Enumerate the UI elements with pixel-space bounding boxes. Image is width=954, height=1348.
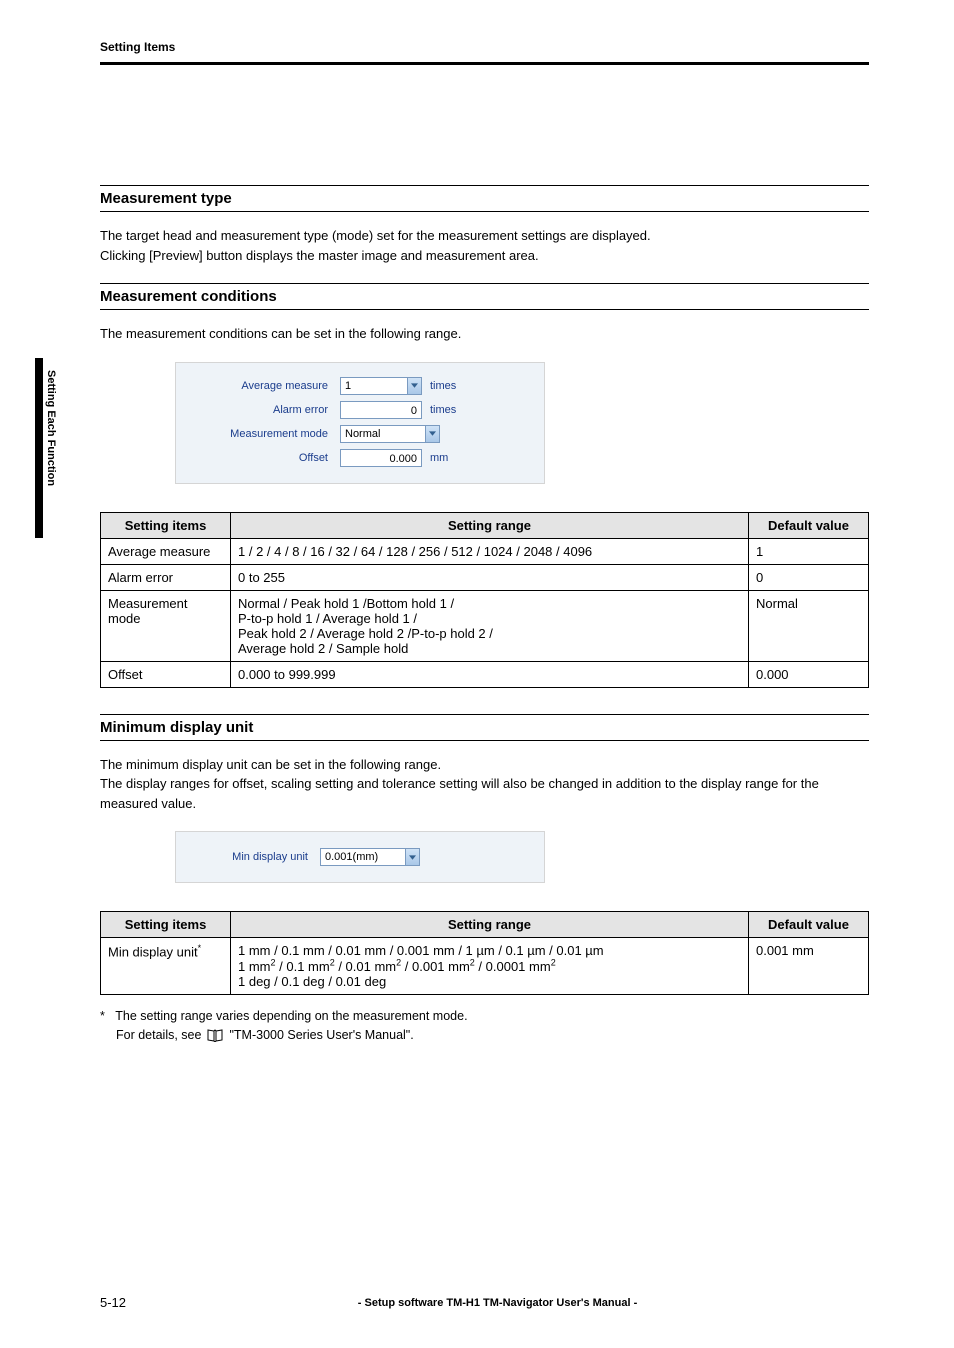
cell-item: Average measure <box>101 538 231 564</box>
th-default-value: Default value <box>749 512 869 538</box>
cell-item: Offset <box>101 661 231 687</box>
label-offset: Offset <box>190 452 340 464</box>
field-row-alarm-error: Alarm error 0 times <box>190 401 530 419</box>
select-measurement-mode[interactable]: Normal <box>340 425 440 443</box>
table-row: Measurement mode Normal / Peak hold 1 /B… <box>101 590 869 661</box>
label-average-measure: Average measure <box>190 380 340 392</box>
label-measurement-mode: Measurement mode <box>190 428 340 440</box>
footnote-line1: The setting range varies depending on th… <box>115 1009 467 1023</box>
cell-item: Alarm error <box>101 564 231 590</box>
min-display-panel: Min display unit 0.001(mm) <box>175 831 545 883</box>
text-line: The display ranges for offset, scaling s… <box>100 776 819 811</box>
footnote-marker: * <box>198 943 202 953</box>
cell-range: Normal / Peak hold 1 /Bottom hold 1 / P-… <box>231 590 749 661</box>
select-min-display-unit[interactable]: 0.001(mm) <box>320 848 420 866</box>
input-offset[interactable]: 0.000 <box>340 449 422 467</box>
table-row: Average measure 1 / 2 / 4 / 8 / 16 / 32 … <box>101 538 869 564</box>
item-text: Min display unit <box>108 944 198 959</box>
range-line1: 1 mm / 0.1 mm / 0.01 mm / 0.001 mm / 1 µ… <box>238 943 604 958</box>
heading-measurement-type: Measurement type <box>100 185 869 212</box>
cell-range: 1 / 2 / 4 / 8 / 16 / 32 / 64 / 128 / 256… <box>231 538 749 564</box>
text-line: The minimum display unit can be set in t… <box>100 757 441 772</box>
th-default-value: Default value <box>749 912 869 938</box>
footnote-star: * <box>100 1007 112 1026</box>
cell-range: 0.000 to 999.999 <box>231 661 749 687</box>
table-row: Alarm error 0 to 255 0 <box>101 564 869 590</box>
measurement-conditions-panel: Average measure 1 times Alarm error 0 ti… <box>175 362 545 484</box>
label-min-display-unit: Min display unit <box>190 851 320 863</box>
range-line3: 1 deg / 0.1 deg / 0.01 deg <box>238 974 386 989</box>
chevron-down-icon <box>407 378 421 394</box>
chevron-down-icon <box>425 426 439 442</box>
select-value: 1 <box>345 380 351 392</box>
field-row-offset: Offset 0.000 mm <box>190 449 530 467</box>
cell-range: 0 to 255 <box>231 564 749 590</box>
cell-item: Min display unit* <box>101 938 231 995</box>
table-row: Offset 0.000 to 999.999 0.000 <box>101 661 869 687</box>
text-line: Clicking [Preview] button displays the m… <box>100 248 539 263</box>
cell-default: 0.001 mm <box>749 938 869 995</box>
heading-minimum-display-unit: Minimum display unit <box>100 714 869 741</box>
measurement-conditions-table: Setting items Setting range Default valu… <box>100 512 869 688</box>
unit-label: mm <box>422 452 448 464</box>
unit-label: times <box>422 380 456 392</box>
select-value: 0.001(mm) <box>325 851 378 863</box>
cell-default: Normal <box>749 590 869 661</box>
min-display-table: Setting items Setting range Default valu… <box>100 911 869 995</box>
th-setting-items: Setting items <box>101 912 231 938</box>
page-header-label: Setting Items <box>100 40 869 65</box>
chevron-down-icon <box>405 849 419 865</box>
select-value: Normal <box>345 428 380 440</box>
field-row-average-measure: Average measure 1 times <box>190 377 530 395</box>
select-average-measure[interactable]: 1 <box>340 377 422 395</box>
th-setting-range: Setting range <box>231 912 749 938</box>
footnote-line2a: For details, see <box>116 1026 201 1045</box>
field-row-measurement-mode: Measurement mode Normal <box>190 425 530 443</box>
manual-title: - Setup software TM-H1 TM-Navigator User… <box>126 1297 869 1309</box>
cell-default: 1 <box>749 538 869 564</box>
range-line2: 1 mm2 / 0.1 mm2 / 0.01 mm2 / 0.001 mm2 /… <box>238 959 556 974</box>
unit-label: times <box>422 404 456 416</box>
min-display-description: The minimum display unit can be set in t… <box>100 755 869 814</box>
cell-default: 0.000 <box>749 661 869 687</box>
side-tab-label: Setting Each Function <box>45 370 57 486</box>
label-alarm-error: Alarm error <box>190 404 340 416</box>
th-setting-range: Setting range <box>231 512 749 538</box>
footnote: * The setting range varies depending on … <box>100 1007 869 1045</box>
footnote-line2b: "TM-3000 Series User's Manual". <box>229 1026 413 1045</box>
cell-item: Measurement mode <box>101 590 231 661</box>
cell-range: 1 mm / 0.1 mm / 0.01 mm / 0.001 mm / 1 µ… <box>231 938 749 995</box>
field-row-min-display-unit: Min display unit 0.001(mm) <box>190 848 530 866</box>
measurement-conditions-description: The measurement conditions can be set in… <box>100 324 869 344</box>
book-icon <box>207 1029 223 1042</box>
th-setting-items: Setting items <box>101 512 231 538</box>
table-row: Min display unit* 1 mm / 0.1 mm / 0.01 m… <box>101 938 869 995</box>
cell-default: 0 <box>749 564 869 590</box>
input-alarm-error[interactable]: 0 <box>340 401 422 419</box>
measurement-type-description: The target head and measurement type (mo… <box>100 226 869 265</box>
heading-measurement-conditions: Measurement conditions <box>100 283 869 310</box>
page-number: 5-12 <box>100 1295 126 1310</box>
page-footer: 5-12 - Setup software TM-H1 TM-Navigator… <box>100 1295 869 1310</box>
text-line: The target head and measurement type (mo… <box>100 228 651 243</box>
